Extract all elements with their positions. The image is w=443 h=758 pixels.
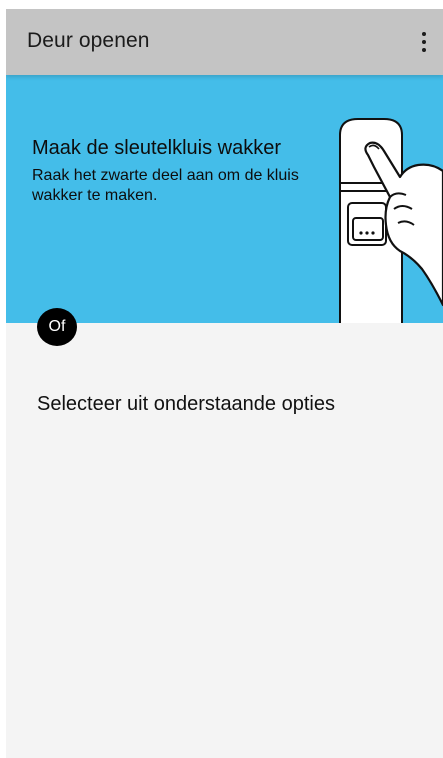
hero-instruction: Raak het zwarte deel aan om de kluis wak… xyxy=(32,167,299,204)
more-options-button[interactable] xyxy=(409,23,439,61)
keysafe-hand-illustration xyxy=(339,118,443,323)
or-badge: Of xyxy=(37,308,77,346)
app-screen: Deur openen Maak de sleutelkluis wakker … xyxy=(6,9,443,758)
more-vert-icon-dot xyxy=(422,40,426,44)
app-bar: Deur openen xyxy=(6,9,443,75)
or-badge-label: Of xyxy=(48,318,66,335)
more-vert-icon xyxy=(422,32,426,36)
hero-title: Maak de sleutelkluis wakker xyxy=(32,137,281,159)
wake-keysafe-panel: Maak de sleutelkluis wakker Raak het zwa… xyxy=(6,75,443,323)
more-vert-icon-dot xyxy=(422,48,426,52)
options-heading: Selecteer uit onderstaande opties xyxy=(37,393,335,415)
page-title: Deur openen xyxy=(27,29,150,52)
